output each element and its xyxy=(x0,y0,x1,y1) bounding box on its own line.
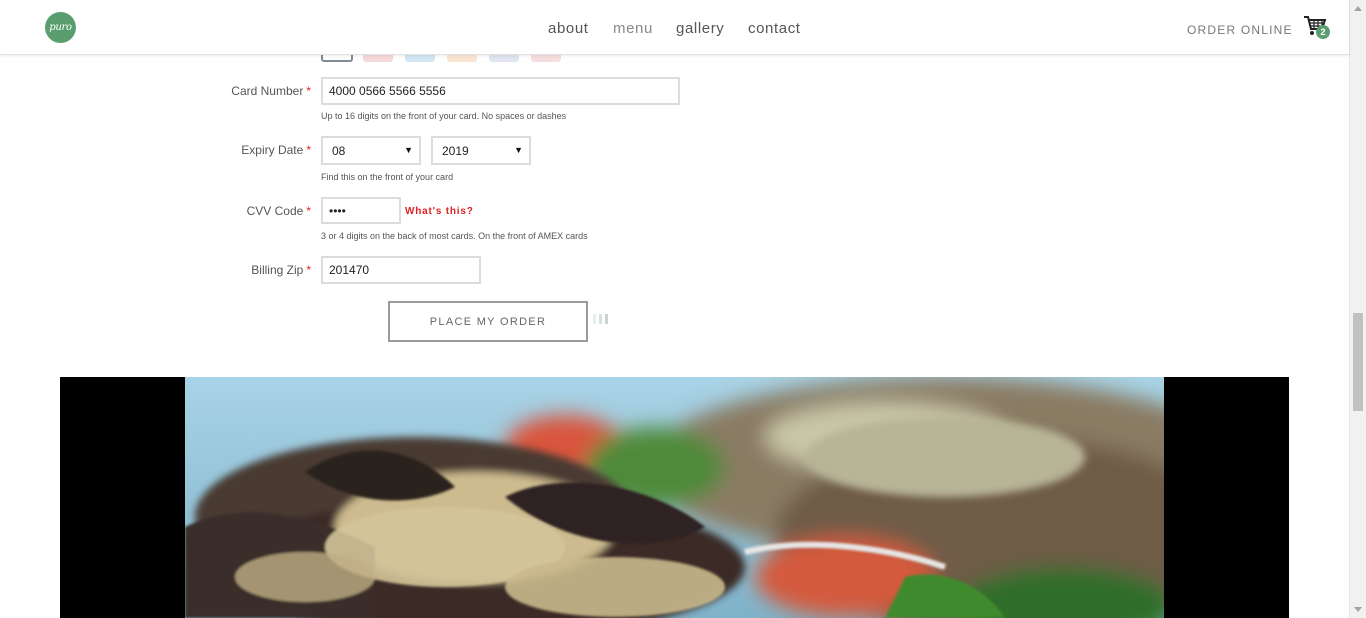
card-number-label: Card Number * xyxy=(111,84,311,98)
food-photo xyxy=(185,377,1164,618)
cvv-code-input[interactable] xyxy=(321,197,401,224)
expiry-month-select[interactable]: 08 ▼ xyxy=(321,136,421,165)
cart-button[interactable]: 2 xyxy=(1303,15,1333,39)
card-number-label-text: Card Number xyxy=(231,84,304,98)
nav-link-gallery[interactable]: gallery xyxy=(676,20,724,37)
dropdown-arrow-icon: ▼ xyxy=(404,145,413,155)
loading-spinner-icon xyxy=(593,314,611,324)
visa-card-icon[interactable] xyxy=(321,54,353,62)
billing-zip-label-text: Billing Zip xyxy=(251,263,304,277)
nav-link-contact[interactable]: contact xyxy=(748,20,801,37)
site-header: puro about menu gallery contact ORDER ON… xyxy=(0,0,1349,55)
mastercard-card-icon[interactable] xyxy=(363,54,393,62)
cvv-code-label-text: CVV Code xyxy=(246,204,304,218)
billing-zip-input[interactable] xyxy=(321,256,481,284)
cvv-help-link[interactable]: What's this? xyxy=(405,206,474,217)
place-order-button[interactable]: PLACE MY ORDER xyxy=(388,301,588,342)
page-scrollbar[interactable] xyxy=(1349,0,1366,618)
nav-link-menu[interactable]: menu xyxy=(613,20,653,37)
expiry-year-value: 2019 xyxy=(442,144,469,158)
amex-card-icon[interactable] xyxy=(405,54,435,62)
required-marker: * xyxy=(306,263,311,277)
stuffed-mushroom-photo xyxy=(185,377,1164,618)
cart-count-badge: 2 xyxy=(1316,25,1330,39)
expiry-date-hint: Find this on the front of your card xyxy=(321,172,454,182)
card-number-input[interactable] xyxy=(321,77,680,105)
expiry-date-label-text: Expiry Date xyxy=(241,143,304,157)
billing-zip-label: Billing Zip * xyxy=(111,263,311,277)
jcb-card-icon[interactable] xyxy=(531,54,561,62)
nav-link-about[interactable]: about xyxy=(548,20,589,37)
required-marker: * xyxy=(306,84,311,98)
cvv-code-hint: 3 or 4 digits on the back of most cards.… xyxy=(321,231,588,241)
required-marker: * xyxy=(306,204,311,218)
scrollbar-thumb[interactable] xyxy=(1353,313,1363,411)
dropdown-arrow-icon: ▼ xyxy=(514,145,523,155)
required-marker: * xyxy=(306,143,311,157)
expiry-year-select[interactable]: 2019 ▼ xyxy=(431,136,531,165)
discover-card-icon[interactable] xyxy=(447,54,477,62)
expiry-date-label: Expiry Date * xyxy=(111,143,311,157)
diners-card-icon[interactable] xyxy=(489,54,519,62)
scroll-up-arrow-icon[interactable] xyxy=(1354,6,1362,11)
expiry-month-value: 08 xyxy=(332,144,346,158)
scroll-down-arrow-icon[interactable] xyxy=(1354,607,1362,612)
cvv-code-label: CVV Code * xyxy=(111,204,311,218)
order-online-link[interactable]: ORDER ONLINE xyxy=(1187,23,1293,37)
card-number-hint: Up to 16 digits on the front of your car… xyxy=(321,111,567,121)
puro-logo[interactable]: puro xyxy=(45,12,76,43)
